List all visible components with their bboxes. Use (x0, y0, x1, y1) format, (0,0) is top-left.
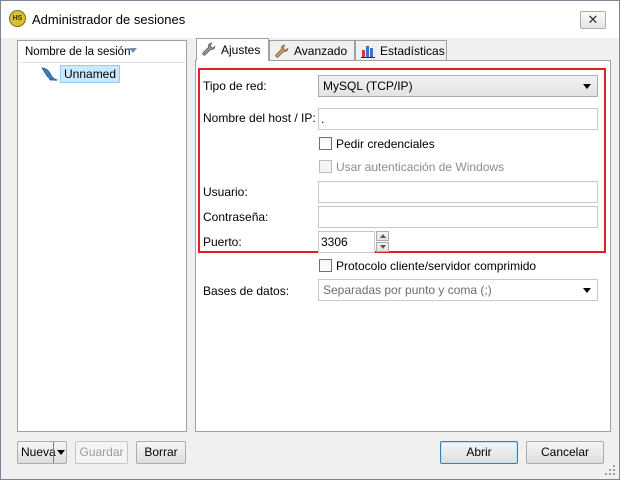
resize-grip-icon[interactable] (604, 464, 616, 476)
port-increment[interactable] (376, 231, 389, 241)
session-manager-window: HS Administrador de sesiones ✕ Nombre de… (0, 0, 620, 480)
hostname-label: Nombre del host / IP: (203, 111, 316, 125)
new-session-label: Nueva (21, 445, 56, 459)
tab-label: Estadísticas (380, 44, 445, 58)
password-label: Contraseña: (203, 210, 269, 224)
prompt-credentials-checkbox[interactable] (319, 137, 332, 150)
network-type-value: MySQL (TCP/IP) (323, 79, 413, 93)
user-input[interactable] (318, 181, 598, 203)
arrow-up-icon (380, 234, 386, 238)
delete-button[interactable]: Borrar (136, 441, 186, 464)
tab-avanzado[interactable]: Avanzado (269, 40, 355, 61)
password-input[interactable] (318, 206, 598, 228)
tab-label: Avanzado (294, 44, 348, 58)
tab-estadisticas[interactable]: Estadísticas (355, 40, 447, 61)
sort-down-icon (129, 48, 137, 53)
chevron-down-icon (583, 288, 591, 293)
databases-select[interactable]: Separadas por punto y coma (;) (318, 279, 598, 301)
close-button[interactable]: ✕ (580, 11, 606, 29)
save-button[interactable]: Guardar (75, 441, 128, 464)
session-label: Unnamed (60, 65, 121, 83)
prompt-credentials-label: Pedir credenciales (336, 137, 435, 151)
compressed-protocol-label: Protocolo cliente/servidor comprimido (336, 259, 537, 273)
wrench-icon (202, 42, 216, 56)
session-tree[interactable]: Nombre de la sesión Unnamed (17, 40, 187, 432)
port-input[interactable]: 3306 (318, 231, 375, 253)
settings-panel: Tipo de red: MySQL (TCP/IP) Nombre del h… (195, 60, 611, 432)
cancel-button[interactable]: Cancelar (526, 441, 604, 464)
port-decrement[interactable] (376, 242, 389, 252)
new-session-dropdown[interactable] (53, 442, 67, 463)
databases-label: Bases de datos: (203, 284, 290, 298)
app-icon: HS (9, 10, 26, 27)
compressed-protocol-checkbox[interactable] (319, 259, 332, 272)
tab-label: Ajustes (221, 43, 261, 57)
windows-auth-label: Usar autenticación de Windows (336, 160, 505, 174)
databases-placeholder: Separadas por punto y coma (;) (323, 283, 492, 297)
port-label: Puerto: (203, 235, 242, 249)
tree-column-header-label: Nombre de la sesión (25, 46, 131, 58)
hostname-input[interactable]: . (318, 108, 598, 130)
windows-auth-checkbox[interactable] (319, 160, 332, 173)
title-bar: HS Administrador de sesiones ✕ (1, 1, 619, 38)
bar-chart-icon (361, 46, 375, 58)
tree-column-header[interactable]: Nombre de la sesión (19, 42, 185, 63)
user-label: Usuario: (203, 185, 248, 199)
chevron-down-icon (57, 450, 65, 455)
chevron-down-icon (583, 84, 591, 89)
session-item[interactable]: Unnamed (40, 64, 140, 84)
network-type-select[interactable]: MySQL (TCP/IP) (318, 75, 598, 97)
new-session-button[interactable]: Nueva (17, 441, 67, 464)
window-title: Administrador de sesiones (32, 12, 186, 27)
dolphin-icon (41, 67, 58, 82)
wrench-icon (275, 44, 289, 58)
open-button[interactable]: Abrir (440, 441, 518, 464)
network-type-label: Tipo de red: (203, 79, 267, 93)
arrow-down-icon (380, 245, 386, 249)
tab-ajustes[interactable]: Ajustes (196, 38, 269, 61)
